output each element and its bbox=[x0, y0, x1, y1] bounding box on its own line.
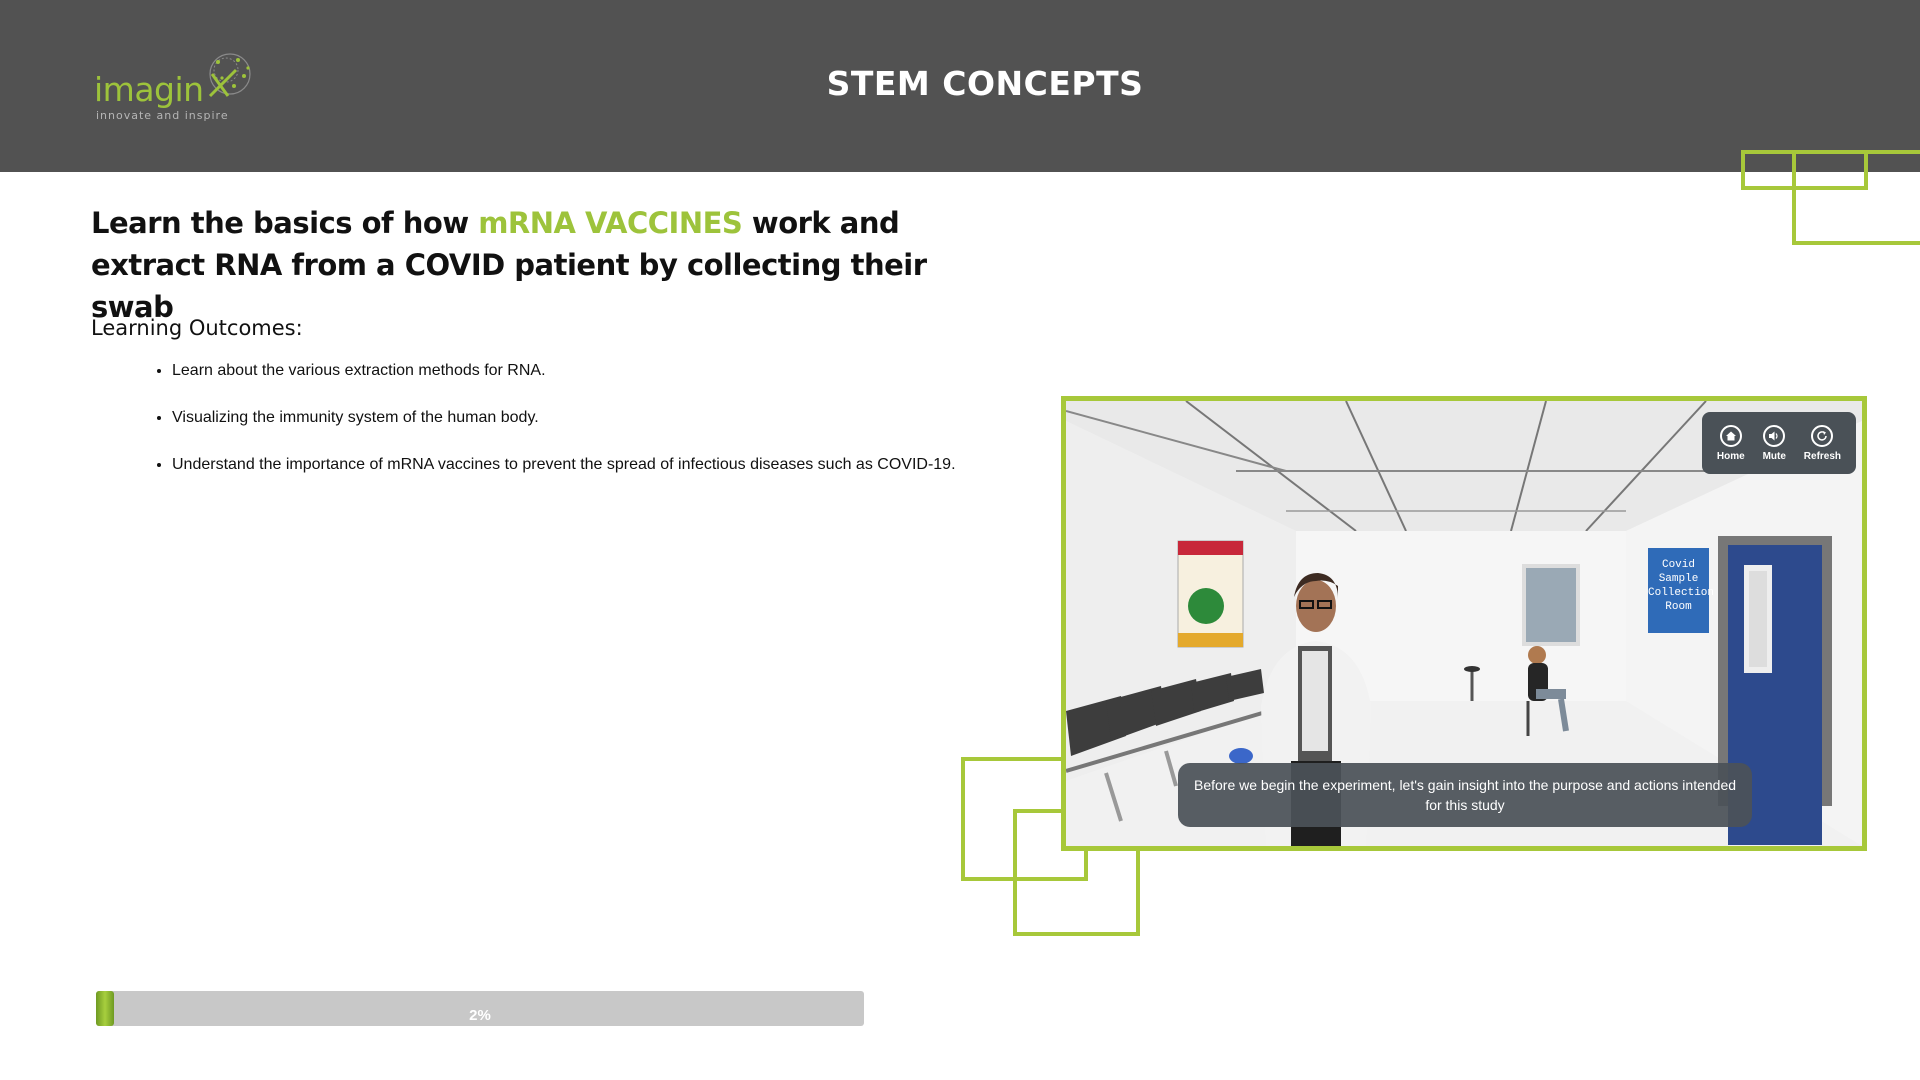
headline-text-start: Learn the basics of how bbox=[91, 206, 479, 240]
simulation-viewer[interactable]: Home Mute Refresh Covid Sample Collectio… bbox=[1061, 396, 1867, 851]
mute-label: Mute bbox=[1762, 450, 1786, 462]
headline-accent: mRNA VACCINES bbox=[478, 206, 743, 240]
refresh-icon bbox=[1811, 424, 1834, 447]
home-label: Home bbox=[1716, 450, 1745, 462]
list-item: Visualizing the immunity system of the h… bbox=[172, 407, 972, 429]
progress-label: 2% bbox=[469, 1007, 491, 1024]
deco-frame-top-b bbox=[1792, 150, 1920, 245]
refresh-label: Refresh bbox=[1803, 450, 1842, 462]
refresh-button[interactable]: Refresh bbox=[1803, 424, 1842, 462]
video-subtitle: Before we begin the experiment, let's ga… bbox=[1178, 763, 1752, 827]
outcomes-heading: Learning Outcomes: bbox=[91, 316, 303, 340]
player-controls: Home Mute Refresh bbox=[1702, 412, 1856, 474]
list-item: Learn about the various extraction metho… bbox=[172, 360, 972, 382]
logo-tagline: innovate and inspire bbox=[96, 109, 229, 122]
speaker-icon bbox=[1763, 424, 1786, 447]
page-title: STEM CONCEPTS bbox=[826, 64, 1144, 103]
course-headline: Learn the basics of how mRNA VACCINES wo… bbox=[91, 202, 951, 328]
home-icon bbox=[1719, 424, 1742, 447]
list-item: Understand the importance of mRNA vaccin… bbox=[172, 454, 972, 476]
room-sign: Covid Sample Collection Room bbox=[1648, 548, 1714, 633]
top-header: imagin innovate and inspire STEM CONCEPT… bbox=[0, 0, 1920, 172]
mute-button[interactable]: Mute bbox=[1762, 424, 1786, 462]
course-progress-bar: 2% bbox=[96, 991, 864, 1026]
home-button[interactable]: Home bbox=[1716, 424, 1745, 462]
outcomes-list: Learn about the various extraction metho… bbox=[146, 360, 972, 501]
